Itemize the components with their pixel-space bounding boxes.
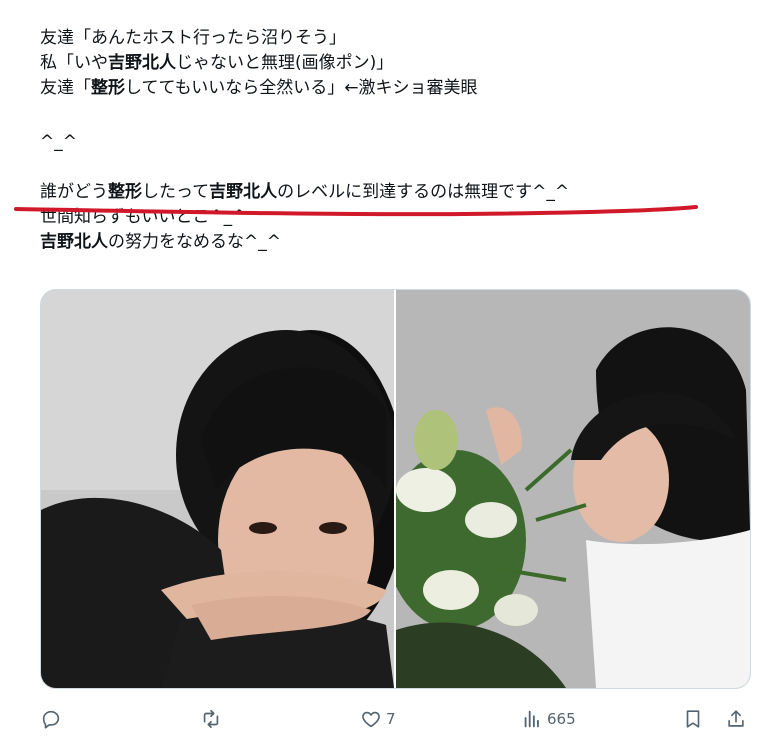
views-button[interactable]: 665 bbox=[521, 704, 576, 734]
views-count: 665 bbox=[547, 710, 576, 728]
share-icon bbox=[728, 710, 744, 727]
retweet-icon bbox=[203, 709, 219, 729]
tweet-text-segment: 誰がどう bbox=[40, 182, 108, 202]
bookmark-button[interactable] bbox=[682, 704, 704, 734]
hashtag-like-bold-name: 吉野北人 bbox=[108, 53, 176, 73]
photo-left[interactable] bbox=[41, 290, 396, 688]
tweet-line-3: 友達「整形しててもいいなら全然いる」←激キショ審美眼 bbox=[40, 76, 760, 101]
tweet-text-segment: したって bbox=[142, 182, 210, 202]
tweet-action-bar: 7 665 bbox=[40, 704, 756, 734]
like-button[interactable]: 7 bbox=[360, 704, 396, 734]
tweet-text-segment: 友達「 bbox=[40, 78, 91, 98]
tweet-text-segment: じゃないと無理(画像ポン)」 bbox=[176, 53, 394, 73]
bookmark-icon bbox=[686, 710, 700, 728]
portrait-with-flowers-photo-icon bbox=[396, 290, 750, 688]
tweet-line-2: 私「いや吉野北人じゃないと無理(画像ポン)」 bbox=[40, 51, 760, 76]
tweet-line-7: 吉野北人の努力をなめるな^_^ bbox=[40, 230, 760, 255]
views-chart-icon bbox=[524, 710, 539, 728]
media-grid[interactable] bbox=[40, 289, 751, 689]
tweet-text-segment: ^_^ bbox=[40, 132, 77, 152]
tweet-text-segment: のレベルに到達するのは無理です^_^ bbox=[277, 182, 570, 202]
reply-button[interactable] bbox=[40, 704, 66, 734]
tweet-text-segment: 私「いや bbox=[40, 53, 108, 73]
reply-icon bbox=[42, 710, 60, 729]
like-count: 7 bbox=[386, 710, 396, 728]
bold-name: 吉野北人 bbox=[40, 232, 108, 252]
tweet-text-segment: の努力をなめるな^_^ bbox=[108, 232, 281, 252]
tweet-text-segment: 友達「あんたホスト行ったら沼りそう」 bbox=[40, 28, 346, 48]
tweet-text-segment: しててもいいなら全然いる」←激キショ審美眼 bbox=[125, 78, 478, 98]
heart-icon bbox=[362, 711, 380, 728]
tweet-line-4: ^_^ bbox=[40, 130, 760, 155]
bold-term: 整形 bbox=[108, 182, 142, 202]
retweet-button[interactable] bbox=[200, 704, 226, 734]
tweet-line-1: 友達「あんたホスト行ったら沼りそう」 bbox=[40, 26, 760, 51]
portrait-photo-icon bbox=[41, 290, 394, 688]
tweet-line-5: 誰がどう整形したって吉野北人のレベルに到達するのは無理です^_^ bbox=[40, 180, 760, 205]
photo-right[interactable] bbox=[396, 290, 750, 688]
bold-term: 整形 bbox=[91, 78, 125, 98]
red-underline-annotation bbox=[14, 205, 698, 217]
bold-name: 吉野北人 bbox=[209, 182, 278, 202]
share-button[interactable] bbox=[725, 704, 747, 734]
